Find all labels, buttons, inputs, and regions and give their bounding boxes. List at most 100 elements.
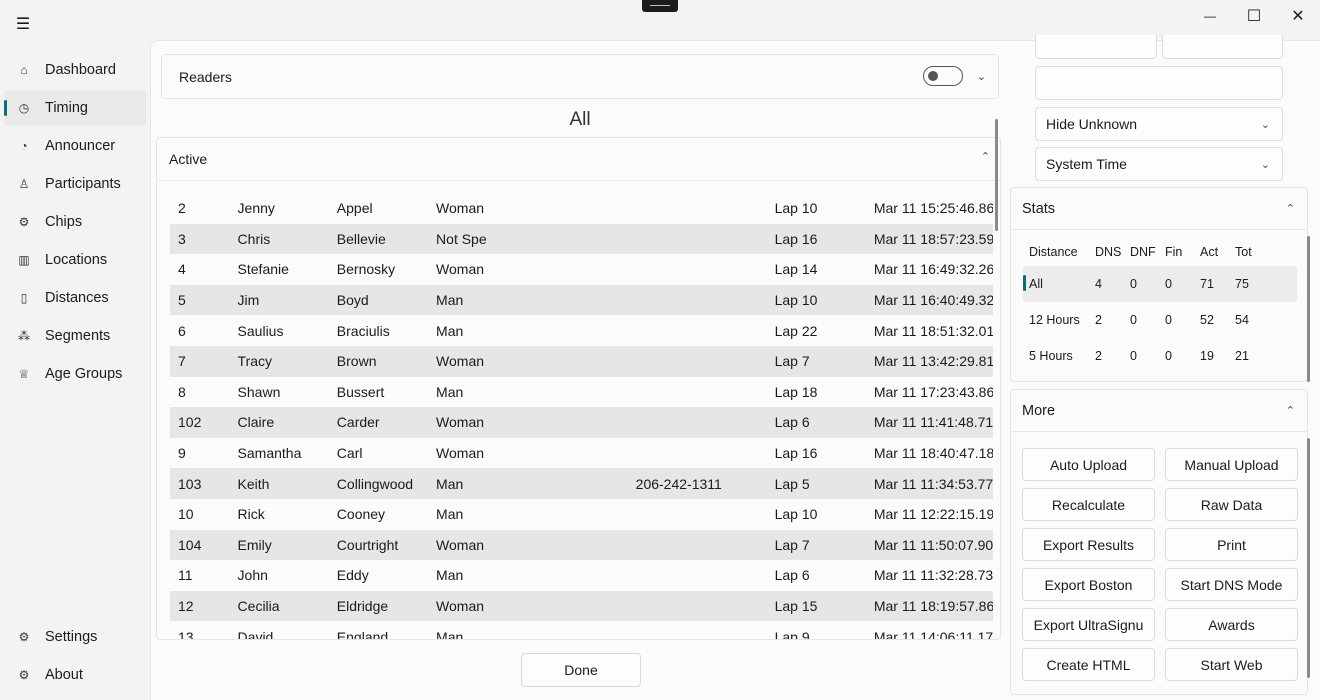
stats-row[interactable]: All 4 0 0 71 75 (1023, 266, 1297, 302)
nav-item-participants[interactable]: ♙ Participants (4, 166, 146, 202)
table-row[interactable]: 4 Stefanie Bernosky Woman Lap 14 Mar 11 16:49… (170, 254, 993, 285)
table-row[interactable]: 12 Cecilia Eldridge Woman Lap 15 Mar 11 18:19… (170, 590, 993, 622)
gender-cell: Man (436, 567, 464, 584)
time-cell: Mar 11 18:51:32.01 (873, 322, 993, 339)
start-dns-mode-button[interactable]: Start DNS Mode (1165, 568, 1298, 601)
unknown-filter-dropdown[interactable]: Hide Unknown ⌄ (1035, 107, 1283, 141)
more-scrollbar[interactable] (1307, 438, 1310, 678)
nav-item-segments[interactable]: ⁂ Segments (4, 318, 146, 354)
stats-distance-cell: 12 Hours (1029, 313, 1080, 327)
lap-cell: Lap 16 (774, 230, 818, 247)
menu-toggle-button[interactable]: ☰ (8, 10, 38, 38)
nav-item-chips[interactable]: ⚙ Chips (4, 204, 146, 240)
bib-cell: 10 (178, 506, 194, 523)
maximize-icon: ☐ (1246, 8, 1262, 25)
bib-cell: 9 (178, 445, 186, 462)
readers-expander[interactable]: Readers ⌄ (161, 54, 999, 99)
time-source-dropdown[interactable]: System Time ⌄ (1035, 147, 1283, 181)
stats-row[interactable]: 12 Hours 2 0 0 52 54 (1023, 302, 1297, 338)
more-expander-header[interactable]: More ⌃ (1011, 390, 1307, 432)
table-row[interactable]: 10 Rick Cooney Man Lap 10 Mar 11 12:22:15.19 (170, 499, 993, 530)
table-row[interactable]: 2 Jenny Appel Woman Lap 10 Mar 11 15:25:46.86 (170, 193, 993, 224)
chevron-up-icon[interactable]: ⌃ (1286, 202, 1295, 215)
last-name-cell: Bussert (336, 383, 385, 400)
first-name-cell: Stefanie (237, 261, 289, 278)
nav-item-settings[interactable]: ⚙ Settings (4, 619, 146, 655)
first-name-cell: Saulius (237, 322, 284, 339)
stats-value-cell: 2 (1095, 349, 1102, 363)
gender-cell: Woman (436, 414, 485, 431)
export-boston-button[interactable]: Export Boston (1022, 568, 1155, 601)
search-input[interactable] (1035, 66, 1283, 100)
nav-item-age-groups[interactable]: ♕ Age Groups (4, 356, 146, 392)
done-button[interactable]: Done (521, 653, 641, 687)
print-button[interactable]: Print (1165, 528, 1298, 561)
gender-cell: Man (436, 383, 464, 400)
table-row[interactable]: 9 Samantha Carl Woman Lap 16 Mar 11 18:40:47.… (170, 438, 993, 469)
gender-cell: Woman (436, 536, 485, 553)
stats-value-cell: Fin (1165, 245, 1183, 259)
table-row[interactable]: 11 John Eddy Man Lap 6 Mar 11 11:32:28.73 (170, 560, 993, 591)
chevron-down-icon[interactable]: ⌄ (977, 70, 986, 83)
table-row[interactable]: 103 Keith Collingwood Man 206-242-1311 Lap 5 M… (170, 468, 993, 499)
nav-item-announcer[interactable]: ◔ Announcer (4, 128, 146, 164)
create-html-button[interactable]: Create HTML (1022, 648, 1155, 681)
stats-value-cell: DNF (1130, 245, 1156, 259)
stats-scrollbar[interactable] (1307, 236, 1310, 382)
top-right-input[interactable] (1162, 35, 1283, 59)
gender-cell: Man (436, 322, 464, 339)
first-name-cell: Shawn (237, 383, 281, 400)
time-cell: Mar 11 17:23:43.86 (873, 383, 993, 400)
nav-item-locations[interactable]: ▥ Locations (4, 242, 146, 278)
gender-cell: Man (436, 292, 464, 309)
last-name-cell: Eddy (336, 567, 369, 584)
table-row[interactable]: 6 Saulius Braciulis Man Lap 22 Mar 11 18:51:3… (170, 315, 993, 346)
stats-distance-cell: Distance (1029, 245, 1078, 259)
stats-distance-cell: All (1029, 277, 1043, 291)
table-row[interactable]: 7 Tracy Brown Woman Lap 7 Mar 11 13:42:29.81 (170, 345, 993, 377)
table-row[interactable]: 102 Claire Carder Woman Lap 6 Mar 11 11:41:48… (170, 407, 993, 438)
maximize-button[interactable]: ☐ (1232, 0, 1276, 32)
stats-value-cell: 75 (1235, 277, 1249, 291)
chevron-up-icon[interactable]: ⌃ (981, 150, 990, 163)
list-scrollbar[interactable] (995, 119, 998, 231)
table-row[interactable]: 13 David England Man Lap 9 Mar 11 14:06:11.17 (170, 621, 993, 639)
timer-icon: ◷ (18, 101, 30, 115)
drag-handle[interactable] (642, 0, 678, 12)
manual-upload-button[interactable]: Manual Upload (1165, 448, 1298, 481)
raw-data-button[interactable]: Raw Data (1165, 488, 1298, 521)
stats-value-cell: 19 (1200, 349, 1214, 363)
first-name-cell: Emily (237, 536, 272, 553)
readers-toggle[interactable] (923, 66, 963, 86)
stats-row[interactable]: 5 Hours 2 0 0 19 21 (1023, 338, 1297, 374)
table-row[interactable]: 5 Jim Boyd Man Lap 10 Mar 11 16:40:49.32 (170, 284, 993, 316)
table-row[interactable]: 3 Chris Bellevie Not Spe Lap 16 Mar 11 18:57:… (170, 223, 993, 255)
chevron-down-icon: ⌄ (1260, 119, 1270, 131)
nav-item-distances[interactable]: ▯ Distances (4, 280, 146, 316)
top-left-input[interactable] (1035, 35, 1157, 59)
table-row[interactable]: 8 Shawn Bussert Man Lap 18 Mar 11 17:23:43.86 (170, 377, 993, 408)
table-row[interactable]: 104 Emily Courtright Woman Lap 7 Mar 11 11:50… (170, 529, 993, 561)
close-button[interactable]: ✕ (1276, 0, 1320, 32)
export-results-button[interactable]: Export Results (1022, 528, 1155, 561)
minimize-button[interactable]: — (1188, 0, 1232, 32)
nav-item-about[interactable]: ⚙ About (4, 657, 146, 693)
export-ultrasignup-button[interactable]: Export UltraSignu (1022, 608, 1155, 641)
stats-header-row: Distance DNS DNF Fin Act Tot (1023, 238, 1297, 266)
nav-label: About (45, 667, 83, 683)
recalculate-button[interactable]: Recalculate (1022, 488, 1155, 521)
active-expander-header[interactable]: Active ⌃ (157, 138, 1000, 181)
time-cell: Mar 11 11:34:53.77 (873, 475, 993, 492)
gender-cell: Woman (436, 261, 485, 278)
auto-upload-button[interactable]: Auto Upload (1022, 448, 1155, 481)
nav-item-dashboard[interactable]: ⌂ Dashboard (4, 52, 146, 88)
start-web-button[interactable]: Start Web (1165, 648, 1298, 681)
chevron-up-icon[interactable]: ⌃ (1286, 404, 1295, 417)
first-name-cell: Samantha (237, 445, 302, 462)
nav-item-timing[interactable]: ◷ Timing (4, 90, 146, 126)
stats-value-cell: 0 (1165, 349, 1172, 363)
awards-button[interactable]: Awards (1165, 608, 1298, 641)
stats-expander-header[interactable]: Stats ⌃ (1011, 188, 1307, 230)
stats-value-cell: 21 (1235, 349, 1249, 363)
stats-value-cell: Act (1200, 245, 1219, 259)
